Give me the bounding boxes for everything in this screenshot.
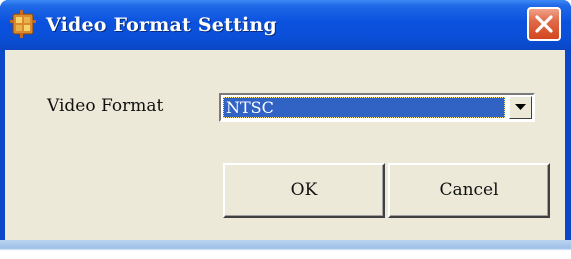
app-icon xyxy=(10,10,36,38)
close-button[interactable] xyxy=(527,7,561,41)
cancel-button[interactable]: Cancel xyxy=(388,163,550,218)
video-format-dropdown[interactable]: NTSC xyxy=(219,93,535,122)
chevron-down-icon xyxy=(515,104,526,110)
window-bottom-border xyxy=(0,240,571,259)
dialog-body: Video Format NTSC OK Cancel xyxy=(5,50,565,240)
dropdown-button[interactable] xyxy=(509,96,532,119)
close-icon xyxy=(535,15,553,33)
ok-button[interactable]: OK xyxy=(223,163,385,218)
window-title: Video Format Setting xyxy=(46,14,277,36)
title-bar[interactable]: Video Format Setting xyxy=(0,0,571,50)
video-format-label: Video Format xyxy=(47,96,164,116)
dialog-window: Video Format Setting Video Format NTSC O… xyxy=(0,0,571,259)
video-format-selected-value[interactable]: NTSC xyxy=(223,97,505,118)
